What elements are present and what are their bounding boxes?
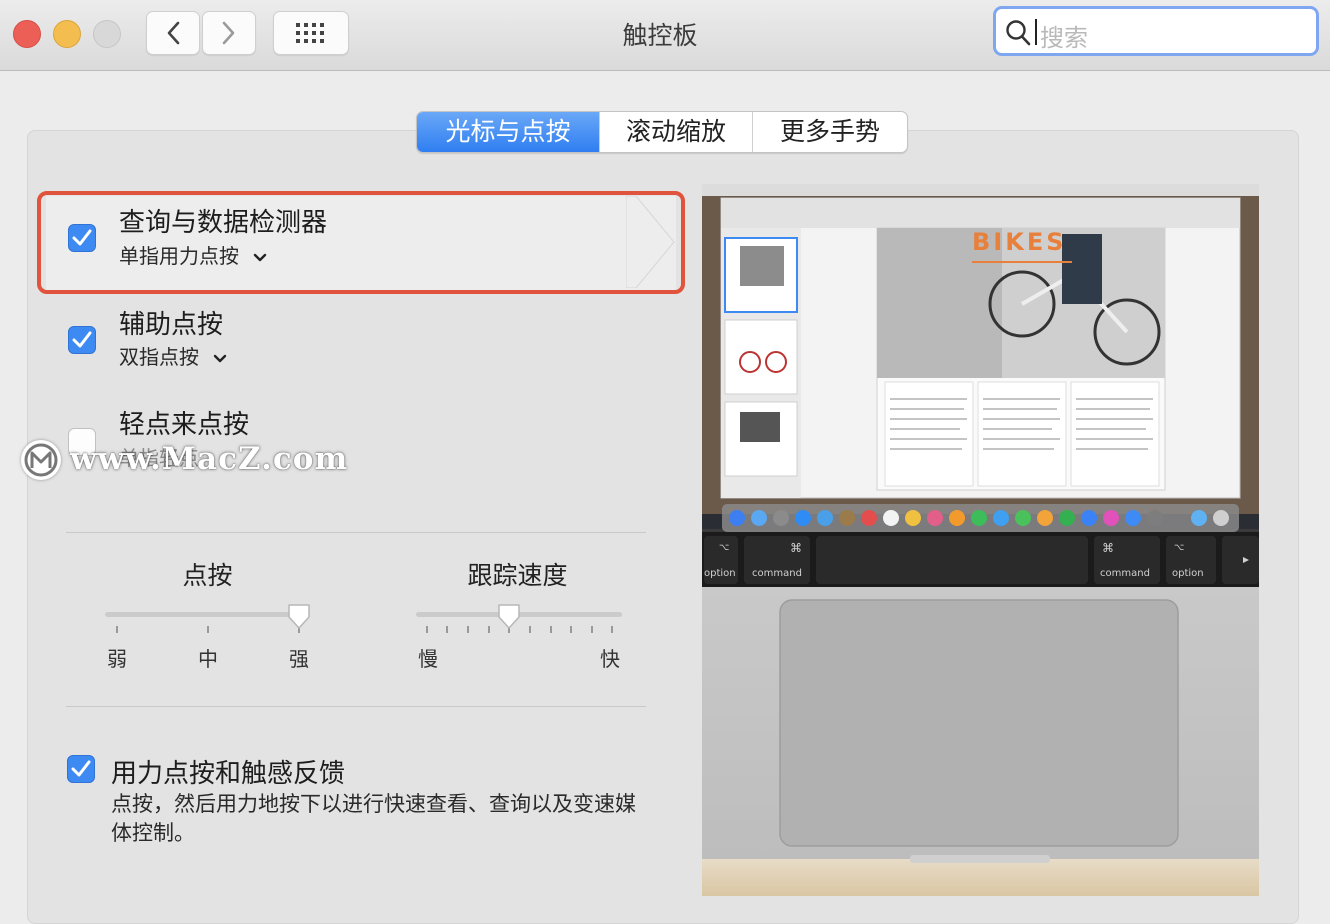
tab-more-gestures[interactable]: 更多手势 — [752, 112, 907, 152]
forward-button[interactable] — [202, 11, 256, 55]
tap-to-click-title: 轻点来点按 — [119, 410, 250, 440]
tick-mark — [207, 626, 209, 633]
force-click-title: 用力点按和触感反馈 — [111, 759, 346, 789]
click-slider-knob[interactable] — [286, 603, 312, 631]
zoom-window-button[interactable] — [93, 20, 121, 48]
option-secondary-click[interactable]: 辅助点按 双指点按 — [40, 300, 680, 380]
close-window-button[interactable] — [13, 20, 41, 48]
window-toolbar: 触控板 搜索 — [0, 0, 1330, 71]
back-button[interactable] — [146, 11, 200, 55]
preview-doc-title: BIKES — [972, 228, 1067, 256]
tick-mark — [446, 626, 448, 633]
chevron-right-icon — [222, 21, 235, 45]
search-icon — [1006, 20, 1031, 46]
tick-mark — [570, 626, 572, 633]
click-slider-track[interactable] — [105, 612, 310, 617]
tick-mark — [488, 626, 490, 633]
tracking-slider-label: 跟踪速度 — [467, 561, 568, 590]
key-label: option — [704, 568, 736, 579]
key-symbol: ⌘ — [1102, 541, 1114, 555]
click-medium-label: 中 — [198, 647, 218, 671]
force-click-checkbox[interactable] — [67, 755, 95, 783]
divider — [66, 706, 646, 707]
trackpad-preview-video: BIKES ⌥ option ⌘ command ⌘ command ⌥ opt… — [702, 184, 1259, 896]
tracking-slow-label: 慢 — [418, 647, 438, 671]
key-symbol: ⌥ — [719, 543, 729, 553]
tick-mark — [116, 626, 118, 633]
grid-icon — [296, 23, 324, 43]
key-label: option — [1172, 568, 1204, 579]
tab-scroll-and-zoom[interactable]: 滚动缩放 — [599, 112, 752, 152]
tab-point-and-click[interactable]: 光标与点按 — [417, 112, 599, 152]
text-caret — [1035, 19, 1037, 45]
force-click-description: 点按，然后用力地按下以进行快速查看、查询以及变速媒体控制。 — [111, 792, 636, 845]
minimize-window-button[interactable] — [53, 20, 81, 48]
search-placeholder: 搜索 — [1040, 24, 1088, 52]
macz-logo-icon — [21, 440, 61, 480]
click-light-label: 弱 — [107, 647, 127, 671]
checkmark-icon — [72, 331, 92, 348]
tick-mark — [467, 626, 469, 633]
secondary-click-title: 辅助点按 — [119, 310, 224, 340]
chevron-left-icon — [167, 21, 180, 45]
click-firm-label: 强 — [289, 647, 309, 671]
chevron-down-icon — [214, 354, 227, 362]
watermark-text: www.MacZ.com — [70, 441, 349, 477]
macbook-preview-illustration: BIKES ⌥ option ⌘ command ⌘ command ⌥ opt… — [702, 184, 1259, 896]
tick-mark — [611, 626, 613, 633]
tick-mark — [550, 626, 552, 633]
tracking-fast-label: 快 — [600, 647, 620, 671]
click-slider-label: 点按 — [182, 561, 233, 590]
tick-mark — [591, 626, 593, 633]
divider — [66, 532, 646, 533]
secondary-click-checkbox[interactable] — [68, 326, 96, 354]
key-symbol: ⌥ — [1174, 543, 1184, 553]
secondary-click-label: 双指点按 — [119, 345, 199, 369]
key-label: command — [1100, 568, 1150, 579]
key-label: command — [752, 568, 802, 579]
tracking-slider-knob[interactable] — [496, 603, 522, 631]
highlight-annotation-box — [37, 191, 685, 294]
show-all-button[interactable] — [273, 11, 349, 55]
checkmark-icon — [71, 760, 91, 777]
tab-bar: 光标与点按 滚动缩放 更多手势 — [416, 111, 908, 153]
window-title: 触控板 — [622, 21, 698, 50]
secondary-click-popup[interactable]: 双指点按 — [119, 341, 227, 370]
tick-mark — [529, 626, 531, 633]
search-field[interactable]: 搜索 — [993, 6, 1319, 56]
key-symbol: ⌘ — [790, 541, 802, 555]
tick-mark — [426, 626, 428, 633]
